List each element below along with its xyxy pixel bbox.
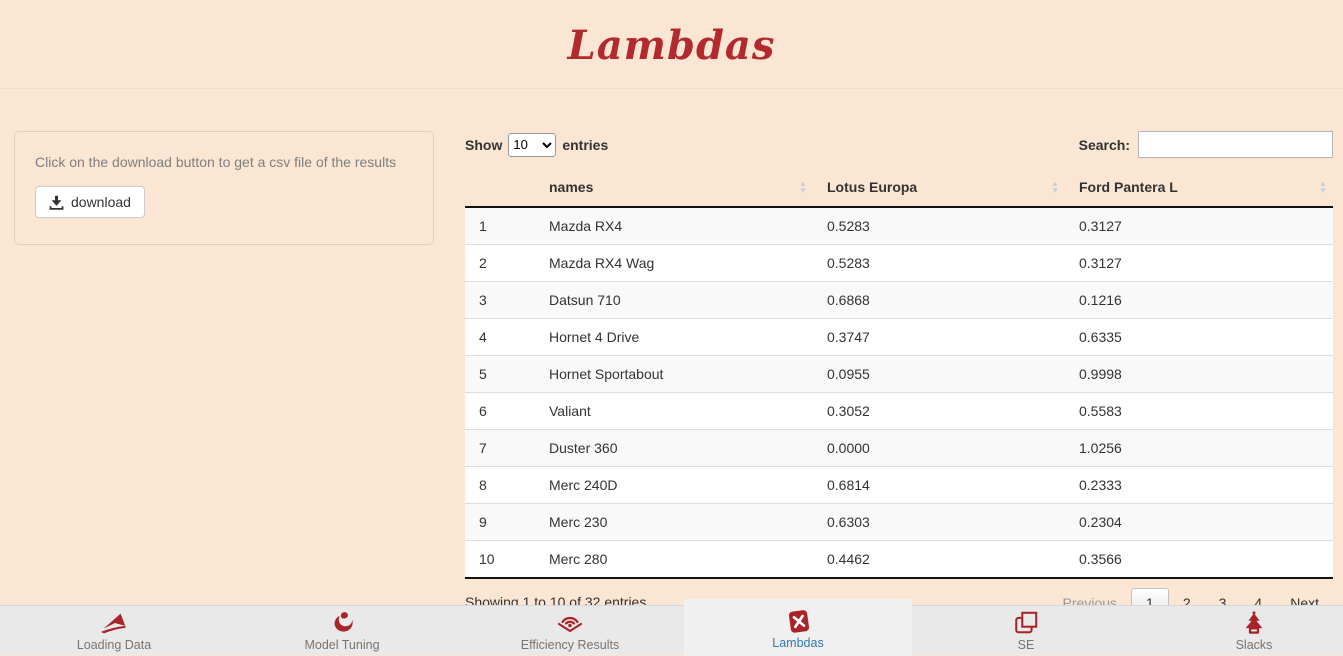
tab-label: Loading Data [77,638,151,652]
column-header-lotus-europa[interactable]: Lotus Europa ▲▼ [813,168,1065,207]
column-header-names[interactable]: names ▲▼ [535,168,813,207]
search-label: Search: [1079,137,1130,153]
table-row[interactable]: 4Hornet 4 Drive0.37470.6335 [465,319,1333,356]
column-header-index[interactable] [465,168,535,207]
app-header: Lambdas [0,0,1343,89]
tab-lambdas[interactable]: Lambdas [684,599,912,656]
tab-label: Lambdas [772,636,823,650]
crescent-icon [329,609,355,637]
page-length-control: Show 10 entries [465,133,608,157]
tab-efficiency-results[interactable]: Efficiency Results [456,606,684,655]
table-row[interactable]: 10Merc 2800.44620.3566 [465,541,1333,579]
table-row[interactable]: 8Merc 240D0.68140.2333 [465,467,1333,504]
search-control: Search: [1079,131,1333,158]
download-icon [49,195,64,210]
sort-icon[interactable]: ▲▼ [1319,180,1327,194]
table-row[interactable]: 9Merc 2300.63030.2304 [465,504,1333,541]
show-label: Show [465,137,502,153]
sort-icon[interactable]: ▲▼ [1051,180,1059,194]
audible-waves-icon [556,609,584,637]
page-title: Lambdas [0,22,1343,69]
tab-loading-data[interactable]: Loading Data [0,606,228,655]
download-well: Click on the download button to get a cs… [14,131,434,245]
red-square-x-icon [785,607,812,635]
tab-model-tuning[interactable]: Model Tuning [228,606,456,655]
table-row[interactable]: 2Mazda RX4 Wag0.52830.3127 [465,245,1333,282]
main-content: Click on the download button to get a cs… [0,131,1343,626]
bottom-navbar: Loading Data Model Tuning Efficiency Res… [0,605,1343,655]
tab-label: Model Tuning [304,638,379,652]
lambdas-table: names ▲▼ Lotus Europa ▲▼ Ford Pantera L … [465,168,1333,579]
table-row[interactable]: 6Valiant0.30520.5583 [465,393,1333,430]
clone-icon [1013,609,1039,637]
entries-label: entries [562,137,608,153]
tab-label: SE [1018,638,1035,652]
download-panel: Click on the download button to get a cs… [14,131,434,245]
paper-plane-icon [99,609,129,637]
tab-label: Slacks [1236,638,1273,652]
sort-icon[interactable]: ▲▼ [799,180,807,194]
page-length-select[interactable]: 10 [508,133,556,157]
results-table-panel: Show 10 entries Search: names ▲▼ [465,131,1333,626]
table-row[interactable]: 3Datsun 7100.68680.1216 [465,282,1333,319]
column-header-ford-pantera-l[interactable]: Ford Pantera L ▲▼ [1065,168,1333,207]
table-row[interactable]: 1Mazda RX40.52830.3127 [465,207,1333,245]
table-controls: Show 10 entries Search: [465,131,1333,158]
tree-icon [1241,609,1267,637]
table-header-row: names ▲▼ Lotus Europa ▲▼ Ford Pantera L … [465,168,1333,207]
download-instruction: Click on the download button to get a cs… [35,154,413,170]
tab-se[interactable]: SE [912,606,1140,655]
table-row[interactable]: 5Hornet Sportabout0.09550.9998 [465,356,1333,393]
download-button-label: download [71,194,131,210]
tab-slacks[interactable]: Slacks [1140,606,1343,655]
search-input[interactable] [1138,131,1333,158]
download-button[interactable]: download [35,186,145,218]
tab-label: Efficiency Results [521,638,619,652]
table-row[interactable]: 7Duster 3600.00001.0256 [465,430,1333,467]
